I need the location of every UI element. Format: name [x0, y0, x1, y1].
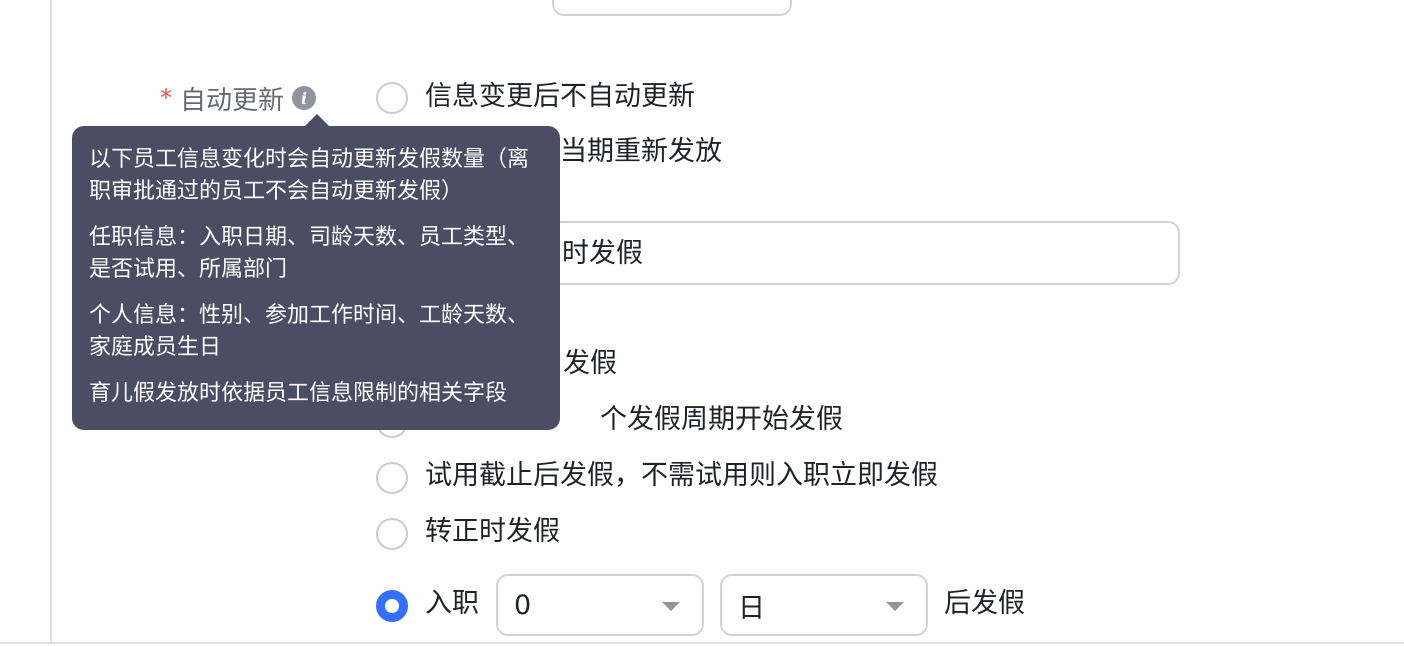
required-marker: *	[160, 84, 172, 112]
tooltip-text-4: 育儿假发放时依据员工信息限制的相关字段	[89, 381, 508, 406]
tooltip-text-3: 个人信息：性别、参加工作时间、工龄天数、家庭成员生日	[89, 303, 530, 360]
radio-after-onboarding[interactable]	[376, 590, 408, 622]
option-on-regularization-label: 转正时发假	[425, 516, 560, 547]
radio-after-probation[interactable]	[376, 462, 408, 494]
chevron-down-icon	[886, 602, 904, 611]
tooltip-text-1: 以下员工信息变化时会自动更新发假数量（离职审批通过的员工不会自动更新发假）	[89, 147, 530, 204]
content-left-border	[50, 0, 52, 642]
issue-text-input[interactable]: 时发假	[500, 221, 1180, 285]
content-bottom-border	[0, 642, 1404, 644]
option-after-onboarding-prefix: 入职	[425, 588, 479, 619]
tooltip-text-2: 任职信息：入职日期、司龄天数、员工类型、是否试用、所属部门	[89, 225, 530, 282]
onboarding-number-select[interactable]: 0	[496, 574, 704, 636]
onboarding-unit-value: 日	[738, 592, 765, 624]
option-after-onboarding-suffix: 后发假	[944, 588, 1025, 619]
radio-on-regularization[interactable]	[376, 518, 408, 550]
chevron-down-icon	[662, 602, 680, 611]
option-after-probation-label: 试用截止后发假，不需试用则入职立即发假	[425, 460, 938, 491]
option-no-auto-update-label: 信息变更后不自动更新	[425, 81, 695, 112]
auto-update-tooltip: 以下员工信息变化时会自动更新发假数量（离职审批通过的员工不会自动更新发假） 任职…	[72, 126, 560, 430]
auto-update-label: * 自动更新 i	[160, 78, 317, 118]
info-icon[interactable]: i	[292, 86, 317, 110]
issue-text-input-value: 时发假	[562, 238, 643, 269]
option-a-label: 发假	[563, 348, 617, 379]
auto-update-label-text: 自动更新	[180, 85, 285, 116]
onboarding-number-value: 0	[514, 589, 532, 621]
onboarding-unit-select[interactable]: 日	[720, 574, 928, 636]
previous-input-field[interactable]	[552, 0, 792, 16]
option-reissue-label: 当期重新发放	[560, 136, 722, 167]
option-next-cycle-label: 个发假周期开始发假	[600, 404, 843, 435]
radio-no-auto-update[interactable]	[376, 82, 408, 114]
tooltip-arrow	[305, 114, 329, 126]
